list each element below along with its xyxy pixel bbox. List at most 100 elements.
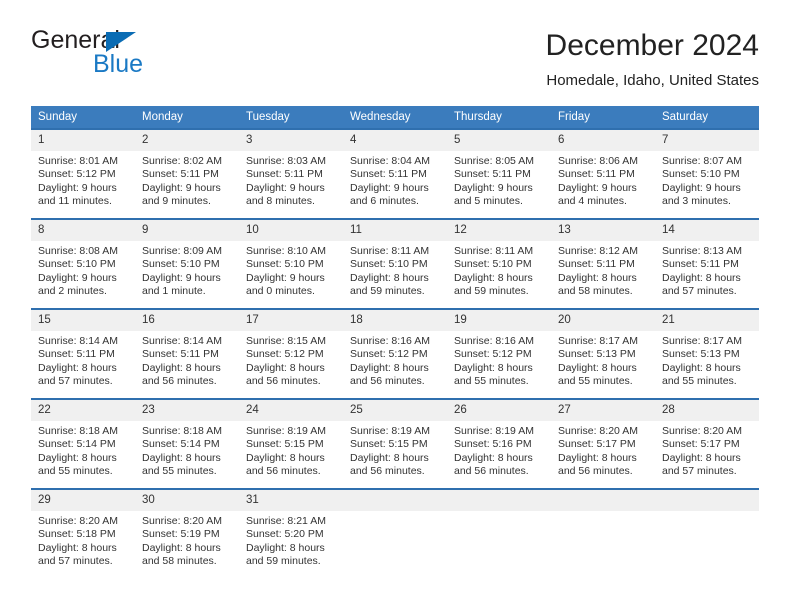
day-cell[interactable]: 24 Sunrise: 8:19 AM Sunset: 5:15 PM Dayl… (239, 398, 343, 489)
day-cell[interactable]: 26 Sunrise: 8:19 AM Sunset: 5:16 PM Dayl… (447, 398, 551, 489)
daylight-text-line2: and 3 minutes. (662, 195, 731, 208)
day-cell[interactable]: 8 Sunrise: 8:08 AM Sunset: 5:10 PM Dayli… (31, 218, 135, 309)
day-cell[interactable]: 12 Sunrise: 8:11 AM Sunset: 5:10 PM Dayl… (447, 218, 551, 309)
day-cell[interactable]: 14 Sunrise: 8:13 AM Sunset: 5:11 PM Dayl… (655, 218, 759, 309)
day-cell[interactable]: 28 Sunrise: 8:20 AM Sunset: 5:17 PM Dayl… (655, 398, 759, 489)
daylight-text-line2: and 57 minutes. (662, 465, 737, 478)
sunrise-text: Sunrise: 8:21 AM (246, 515, 326, 527)
sunset-text: Sunset: 5:20 PM (246, 528, 324, 541)
day-cell[interactable]: 3 Sunrise: 8:03 AM Sunset: 5:11 PM Dayli… (239, 128, 343, 219)
daylight-text-line1: Daylight: 9 hours (142, 271, 221, 284)
day-details: Sunrise: 8:18 AM Sunset: 5:14 PM Dayligh… (31, 421, 135, 479)
day-details: Sunrise: 8:17 AM Sunset: 5:13 PM Dayligh… (551, 331, 655, 389)
daylight-text-line1: Daylight: 8 hours (558, 361, 637, 374)
sunrise-text: Sunrise: 8:04 AM (350, 155, 430, 167)
day-details: Sunrise: 8:20 AM Sunset: 5:17 PM Dayligh… (551, 421, 655, 479)
day-number: 6 (551, 130, 655, 151)
daylight-text-line1: Daylight: 8 hours (246, 451, 325, 464)
daylight-text-line2: and 4 minutes. (558, 195, 627, 208)
day-details: Sunrise: 8:07 AM Sunset: 5:10 PM Dayligh… (655, 151, 759, 209)
day-details: Sunrise: 8:14 AM Sunset: 5:11 PM Dayligh… (31, 331, 135, 389)
sunrise-text: Sunrise: 8:19 AM (246, 425, 326, 437)
day-cell[interactable]: 25 Sunrise: 8:19 AM Sunset: 5:15 PM Dayl… (343, 398, 447, 489)
sunset-text: Sunset: 5:15 PM (350, 438, 428, 451)
daylight-text-line1: Daylight: 8 hours (662, 451, 741, 464)
day-number: 26 (447, 400, 551, 421)
daylight-text-line1: Daylight: 8 hours (142, 361, 221, 374)
weekday-header-monday: Monday (135, 106, 239, 129)
day-number: 21 (655, 310, 759, 331)
sunrise-text: Sunrise: 8:06 AM (558, 155, 638, 167)
day-number: 7 (655, 130, 759, 151)
daylight-text-line2: and 55 minutes. (142, 465, 217, 478)
day-cell[interactable]: 1 Sunrise: 8:01 AM Sunset: 5:12 PM Dayli… (31, 128, 135, 219)
day-cell[interactable]: 21 Sunrise: 8:17 AM Sunset: 5:13 PM Dayl… (655, 308, 759, 399)
sunrise-text: Sunrise: 8:16 AM (350, 335, 430, 347)
day-cell[interactable]: 9 Sunrise: 8:09 AM Sunset: 5:10 PM Dayli… (135, 218, 239, 309)
sunrise-text: Sunrise: 8:15 AM (246, 335, 326, 347)
day-cell[interactable]: 20 Sunrise: 8:17 AM Sunset: 5:13 PM Dayl… (551, 308, 655, 399)
sunset-text: Sunset: 5:14 PM (38, 438, 116, 451)
sunset-text: Sunset: 5:17 PM (558, 438, 636, 451)
daylight-text-line1: Daylight: 9 hours (38, 181, 117, 194)
sunrise-text: Sunrise: 8:20 AM (662, 425, 742, 437)
sunrise-text: Sunrise: 8:14 AM (38, 335, 118, 347)
day-cell[interactable]: 7 Sunrise: 8:07 AM Sunset: 5:10 PM Dayli… (655, 128, 759, 219)
day-details: Sunrise: 8:04 AM Sunset: 5:11 PM Dayligh… (343, 151, 447, 209)
sunrise-text: Sunrise: 8:03 AM (246, 155, 326, 167)
day-cell[interactable]: 27 Sunrise: 8:20 AM Sunset: 5:17 PM Dayl… (551, 398, 655, 489)
weekday-header-sunday: Sunday (31, 106, 135, 129)
sunrise-text: Sunrise: 8:08 AM (38, 245, 118, 257)
day-number: 2 (135, 130, 239, 151)
day-cell[interactable]: 19 Sunrise: 8:16 AM Sunset: 5:12 PM Dayl… (447, 308, 551, 399)
day-details: Sunrise: 8:20 AM Sunset: 5:17 PM Dayligh… (655, 421, 759, 479)
daylight-text-line2: and 59 minutes. (350, 285, 425, 298)
day-cell[interactable]: 22 Sunrise: 8:18 AM Sunset: 5:14 PM Dayl… (31, 398, 135, 489)
day-cell[interactable]: 29 Sunrise: 8:20 AM Sunset: 5:18 PM Dayl… (31, 488, 135, 579)
day-cell[interactable]: 15 Sunrise: 8:14 AM Sunset: 5:11 PM Dayl… (31, 308, 135, 399)
sunrise-text: Sunrise: 8:17 AM (558, 335, 638, 347)
day-cell[interactable]: 30 Sunrise: 8:20 AM Sunset: 5:19 PM Dayl… (135, 488, 239, 579)
sunrise-text: Sunrise: 8:18 AM (38, 425, 118, 437)
daylight-text-line2: and 56 minutes. (246, 465, 321, 478)
day-number: 12 (447, 220, 551, 241)
day-cell[interactable]: 23 Sunrise: 8:18 AM Sunset: 5:14 PM Dayl… (135, 398, 239, 489)
day-number: 13 (551, 220, 655, 241)
sunrise-text: Sunrise: 8:18 AM (142, 425, 222, 437)
daylight-text-line1: Daylight: 9 hours (662, 181, 741, 194)
day-cell[interactable]: 16 Sunrise: 8:14 AM Sunset: 5:11 PM Dayl… (135, 308, 239, 399)
day-details: Sunrise: 8:17 AM Sunset: 5:13 PM Dayligh… (655, 331, 759, 389)
daylight-text-line1: Daylight: 8 hours (38, 541, 117, 554)
day-details: Sunrise: 8:16 AM Sunset: 5:12 PM Dayligh… (343, 331, 447, 389)
day-details: Sunrise: 8:12 AM Sunset: 5:11 PM Dayligh… (551, 241, 655, 299)
day-cell[interactable]: 31 Sunrise: 8:21 AM Sunset: 5:20 PM Dayl… (239, 488, 343, 579)
day-cell[interactable]: 10 Sunrise: 8:10 AM Sunset: 5:10 PM Dayl… (239, 218, 343, 309)
daylight-text-line1: Daylight: 8 hours (558, 271, 637, 284)
generalblue-logo[interactable]: General Blue (31, 26, 221, 82)
day-number: 24 (239, 400, 343, 421)
daylight-text-line2: and 2 minutes. (38, 285, 107, 298)
day-cell[interactable]: 11 Sunrise: 8:11 AM Sunset: 5:10 PM Dayl… (343, 218, 447, 309)
weekday-header-saturday: Saturday (655, 106, 759, 129)
weekday-header-thursday: Thursday (447, 106, 551, 129)
day-cell[interactable]: 5 Sunrise: 8:05 AM Sunset: 5:11 PM Dayli… (447, 128, 551, 219)
day-number: 11 (343, 220, 447, 241)
day-cell[interactable]: 18 Sunrise: 8:16 AM Sunset: 5:12 PM Dayl… (343, 308, 447, 399)
day-cell[interactable]: 13 Sunrise: 8:12 AM Sunset: 5:11 PM Dayl… (551, 218, 655, 309)
daylight-text-line1: Daylight: 9 hours (142, 181, 221, 194)
day-number: 25 (343, 400, 447, 421)
day-number: 9 (135, 220, 239, 241)
daylight-text-line2: and 56 minutes. (454, 465, 529, 478)
week-row: 1 Sunrise: 8:01 AM Sunset: 5:12 PM Dayli… (31, 128, 759, 219)
day-cell[interactable]: 4 Sunrise: 8:04 AM Sunset: 5:11 PM Dayli… (343, 128, 447, 219)
day-cell[interactable]: 2 Sunrise: 8:02 AM Sunset: 5:11 PM Dayli… (135, 128, 239, 219)
sunrise-text: Sunrise: 8:02 AM (142, 155, 222, 167)
day-cell[interactable]: 17 Sunrise: 8:15 AM Sunset: 5:12 PM Dayl… (239, 308, 343, 399)
day-details: Sunrise: 8:21 AM Sunset: 5:20 PM Dayligh… (239, 511, 343, 569)
daylight-text-line2: and 5 minutes. (454, 195, 523, 208)
page-header: General Blue December 2024 Homedale, Ida… (0, 0, 792, 92)
daylight-text-line1: Daylight: 9 hours (38, 271, 117, 284)
logo-text-blue: Blue (93, 50, 144, 78)
sunset-text: Sunset: 5:11 PM (662, 258, 739, 271)
day-cell[interactable]: 6 Sunrise: 8:06 AM Sunset: 5:11 PM Dayli… (551, 128, 655, 219)
